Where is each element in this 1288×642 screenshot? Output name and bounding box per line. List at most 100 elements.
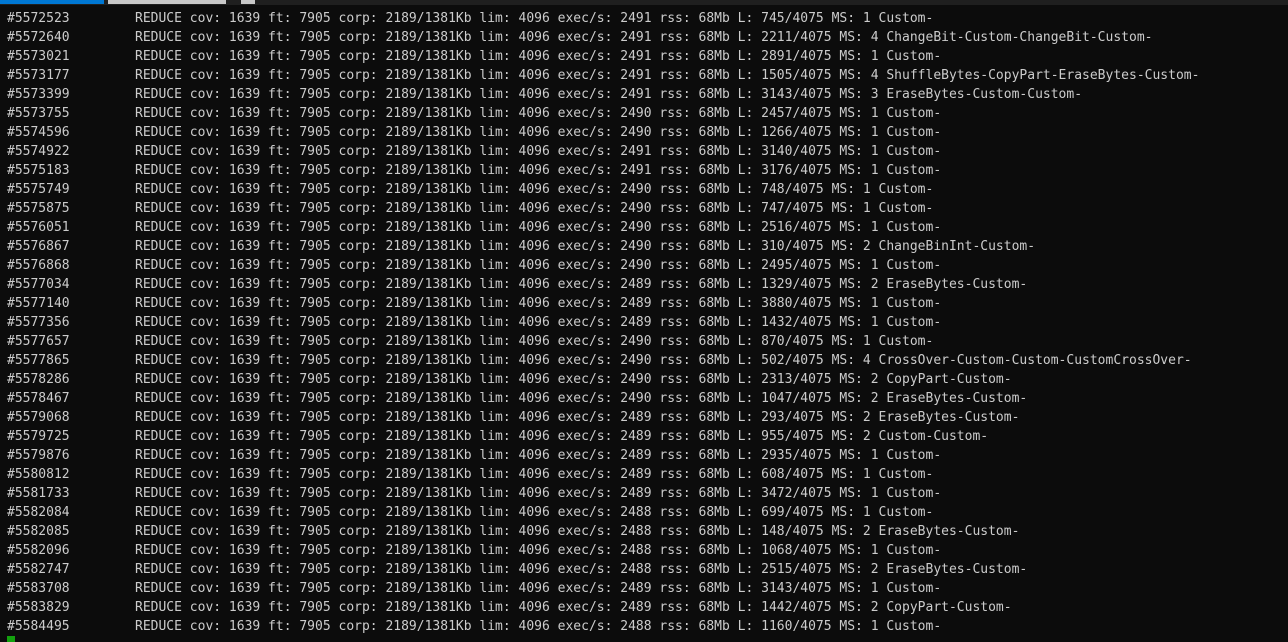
terminal-line: #5582085 REDUCE cov: 1639 ft: 7905 corp: … — [0, 522, 1276, 541]
line-sequence-number: #5576867 — [7, 239, 70, 254]
line-message: REDUCE cov: 1639 ft: 7905 corp: 2189/138… — [135, 315, 942, 330]
terminal-line: #5577865 REDUCE cov: 1639 ft: 7905 corp: … — [0, 351, 1276, 370]
tab-strip — [0, 0, 1288, 5]
line-message: REDUCE cov: 1639 ft: 7905 corp: 2189/138… — [135, 239, 1036, 254]
tab-second[interactable] — [108, 0, 226, 4]
line-sequence-number: #5577034 — [7, 277, 70, 292]
terminal-line: #5578286 REDUCE cov: 1639 ft: 7905 corp: … — [0, 370, 1276, 389]
line-sequence-number: #5575875 — [7, 201, 70, 216]
line-sequence-number: #5577356 — [7, 315, 70, 330]
terminal-line: #5584495 REDUCE cov: 1639 ft: 7905 corp: … — [0, 617, 1276, 636]
terminal-line: #5575875 REDUCE cov: 1639 ft: 7905 corp: … — [0, 199, 1276, 218]
line-message: REDUCE cov: 1639 ft: 7905 corp: 2189/138… — [135, 68, 1200, 83]
line-sequence-number: #5577657 — [7, 334, 70, 349]
line-sequence-number: #5572640 — [7, 30, 70, 45]
line-message: REDUCE cov: 1639 ft: 7905 corp: 2189/138… — [135, 220, 942, 235]
terminal-line: #5580812 REDUCE cov: 1639 ft: 7905 corp: … — [0, 465, 1276, 484]
terminal-line: #5582096 REDUCE cov: 1639 ft: 7905 corp: … — [0, 541, 1276, 560]
line-message: REDUCE cov: 1639 ft: 7905 corp: 2189/138… — [135, 524, 1020, 539]
terminal-output[interactable]: #5572523 REDUCE cov: 1639 ft: 7905 corp: … — [0, 9, 1276, 642]
line-sequence-number: #5579876 — [7, 448, 70, 463]
line-sequence-number: #5574596 — [7, 125, 70, 140]
terminal-line: #5582747 REDUCE cov: 1639 ft: 7905 corp: … — [0, 560, 1276, 579]
scrollbar[interactable] — [1276, 5, 1288, 642]
line-message: REDUCE cov: 1639 ft: 7905 corp: 2189/138… — [135, 505, 934, 520]
line-sequence-number: #5573399 — [7, 87, 70, 102]
line-sequence-number: #5578467 — [7, 391, 70, 406]
line-message: REDUCE cov: 1639 ft: 7905 corp: 2189/138… — [135, 429, 989, 444]
line-sequence-number: #5577140 — [7, 296, 70, 311]
terminal-line: #5577657 REDUCE cov: 1639 ft: 7905 corp: … — [0, 332, 1276, 351]
line-message: REDUCE cov: 1639 ft: 7905 corp: 2189/138… — [135, 353, 1192, 368]
line-message: REDUCE cov: 1639 ft: 7905 corp: 2189/138… — [135, 581, 942, 596]
terminal-line: #5577140 REDUCE cov: 1639 ft: 7905 corp: … — [0, 294, 1276, 313]
terminal-cursor — [7, 636, 15, 642]
terminal-line: #5573755 REDUCE cov: 1639 ft: 7905 corp: … — [0, 104, 1276, 123]
line-message: REDUCE cov: 1639 ft: 7905 corp: 2189/138… — [135, 30, 1153, 45]
terminal-line: #5573399 REDUCE cov: 1639 ft: 7905 corp: … — [0, 85, 1276, 104]
line-sequence-number: #5581733 — [7, 486, 70, 501]
terminal-line: #5579876 REDUCE cov: 1639 ft: 7905 corp: … — [0, 446, 1276, 465]
terminal-line: #5583829 REDUCE cov: 1639 ft: 7905 corp: … — [0, 598, 1276, 617]
terminal-line: #5578467 REDUCE cov: 1639 ft: 7905 corp: … — [0, 389, 1276, 408]
terminal-line: #5575749 REDUCE cov: 1639 ft: 7905 corp: … — [0, 180, 1276, 199]
terminal-line: #5572640 REDUCE cov: 1639 ft: 7905 corp: … — [0, 28, 1276, 47]
line-message: REDUCE cov: 1639 ft: 7905 corp: 2189/138… — [135, 296, 942, 311]
line-message: REDUCE cov: 1639 ft: 7905 corp: 2189/138… — [135, 277, 1028, 292]
line-message: REDUCE cov: 1639 ft: 7905 corp: 2189/138… — [135, 410, 1020, 425]
line-sequence-number: #5579725 — [7, 429, 70, 444]
line-message: REDUCE cov: 1639 ft: 7905 corp: 2189/138… — [135, 163, 942, 178]
line-message: REDUCE cov: 1639 ft: 7905 corp: 2189/138… — [135, 182, 934, 197]
terminal-line: #5574922 REDUCE cov: 1639 ft: 7905 corp: … — [0, 142, 1276, 161]
line-message: REDUCE cov: 1639 ft: 7905 corp: 2189/138… — [135, 258, 942, 273]
line-sequence-number: #5578286 — [7, 372, 70, 387]
terminal-line: #5572523 REDUCE cov: 1639 ft: 7905 corp: … — [0, 9, 1276, 28]
terminal-line: #5577034 REDUCE cov: 1639 ft: 7905 corp: … — [0, 275, 1276, 294]
line-message: REDUCE cov: 1639 ft: 7905 corp: 2189/138… — [135, 448, 942, 463]
line-sequence-number: #5582096 — [7, 543, 70, 558]
line-sequence-number: #5577865 — [7, 353, 70, 368]
terminal-line: #5576867 REDUCE cov: 1639 ft: 7905 corp: … — [0, 237, 1276, 256]
line-sequence-number: #5573021 — [7, 49, 70, 64]
line-sequence-number: #5580812 — [7, 467, 70, 482]
line-sequence-number: #5574922 — [7, 144, 70, 159]
tab-active[interactable] — [0, 0, 104, 4]
terminal-line: #5575183 REDUCE cov: 1639 ft: 7905 corp: … — [0, 161, 1276, 180]
line-sequence-number: #5572523 — [7, 11, 70, 26]
line-message: REDUCE cov: 1639 ft: 7905 corp: 2189/138… — [135, 201, 934, 216]
line-sequence-number: #5582085 — [7, 524, 70, 539]
line-sequence-number: #5582747 — [7, 562, 70, 577]
line-message: REDUCE cov: 1639 ft: 7905 corp: 2189/138… — [135, 391, 1028, 406]
terminal-line: #5583708 REDUCE cov: 1639 ft: 7905 corp: … — [0, 579, 1276, 598]
line-sequence-number: #5576868 — [7, 258, 70, 273]
line-message: REDUCE cov: 1639 ft: 7905 corp: 2189/138… — [135, 11, 934, 26]
line-sequence-number: #5576051 — [7, 220, 70, 235]
line-sequence-number: #5573755 — [7, 106, 70, 121]
tab-third[interactable] — [241, 0, 255, 4]
line-message: REDUCE cov: 1639 ft: 7905 corp: 2189/138… — [135, 543, 942, 558]
line-message: REDUCE cov: 1639 ft: 7905 corp: 2189/138… — [135, 486, 942, 501]
terminal-window: #5572523 REDUCE cov: 1639 ft: 7905 corp: … — [0, 0, 1288, 642]
line-sequence-number: #5573177 — [7, 68, 70, 83]
line-message: REDUCE cov: 1639 ft: 7905 corp: 2189/138… — [135, 562, 1028, 577]
line-message: REDUCE cov: 1639 ft: 7905 corp: 2189/138… — [135, 372, 1012, 387]
terminal-line: #5574596 REDUCE cov: 1639 ft: 7905 corp: … — [0, 123, 1276, 142]
line-sequence-number: #5582084 — [7, 505, 70, 520]
line-message: REDUCE cov: 1639 ft: 7905 corp: 2189/138… — [135, 49, 942, 64]
line-sequence-number: #5583708 — [7, 581, 70, 596]
terminal-line: #5573021 REDUCE cov: 1639 ft: 7905 corp: … — [0, 47, 1276, 66]
terminal-line: #5576868 REDUCE cov: 1639 ft: 7905 corp: … — [0, 256, 1276, 275]
terminal-line: #5579725 REDUCE cov: 1639 ft: 7905 corp: … — [0, 427, 1276, 446]
terminal-line: #5579068 REDUCE cov: 1639 ft: 7905 corp: … — [0, 408, 1276, 427]
line-message: REDUCE cov: 1639 ft: 7905 corp: 2189/138… — [135, 125, 942, 140]
line-sequence-number: #5584495 — [7, 619, 70, 634]
line-sequence-number: #5575183 — [7, 163, 70, 178]
terminal-line: #5582084 REDUCE cov: 1639 ft: 7905 corp: … — [0, 503, 1276, 522]
line-sequence-number: #5575749 — [7, 182, 70, 197]
line-message: REDUCE cov: 1639 ft: 7905 corp: 2189/138… — [135, 87, 1083, 102]
line-message: REDUCE cov: 1639 ft: 7905 corp: 2189/138… — [135, 619, 942, 634]
line-sequence-number: #5579068 — [7, 410, 70, 425]
terminal-line: #5573177 REDUCE cov: 1639 ft: 7905 corp: … — [0, 66, 1276, 85]
line-message: REDUCE cov: 1639 ft: 7905 corp: 2189/138… — [135, 106, 942, 121]
line-message: REDUCE cov: 1639 ft: 7905 corp: 2189/138… — [135, 334, 934, 349]
